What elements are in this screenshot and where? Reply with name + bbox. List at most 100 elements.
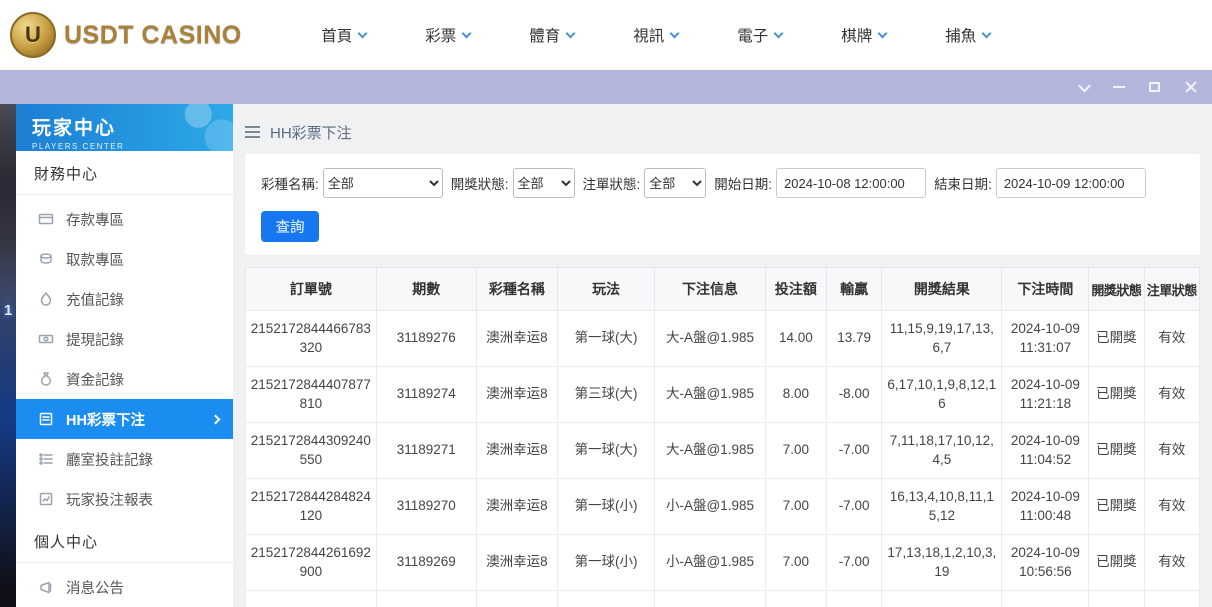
window-controls	[1080, 70, 1198, 104]
cell-period: 31189274	[376, 367, 476, 423]
cell-draw-status: 已開獎	[1089, 535, 1144, 591]
coins-icon	[38, 251, 54, 267]
sidebar-item-recharge-records[interactable]: 充值記錄	[16, 279, 233, 319]
sidebar-item-funds-records[interactable]: 資金記錄	[16, 359, 233, 399]
sidebar-subtitle: PLAYERS CENTER	[32, 142, 233, 151]
cell-lottery: 澳洲幸运8	[476, 423, 557, 479]
cell-order-id: 2152172844284824120	[246, 479, 377, 535]
cell-play: 第三球(大)	[557, 367, 654, 423]
draw-status-select[interactable]: 全部	[513, 168, 575, 198]
lottery-name-select[interactable]: 全部	[323, 168, 443, 198]
cell-bet-time: 2024-10-09 11:04:52	[1002, 423, 1089, 479]
deposit-card-icon	[38, 211, 54, 227]
cell-order-status: 有效	[1144, 367, 1199, 423]
sidebar-item-label: 取款專區	[66, 249, 124, 270]
cell-draw-result: 7,11,18,17,10,12,4,5	[882, 423, 1002, 479]
col-win-loss: 輸贏	[826, 268, 881, 311]
sidebar-item-withdraw[interactable]: 取款專區	[16, 239, 233, 279]
sidebar-item-player-bet-report[interactable]: 玩家投注報表	[16, 479, 233, 519]
content-area: HH彩票下注 彩種名稱: 全部 開獎狀態: 全部 注單狀態:	[233, 104, 1212, 607]
search-button[interactable]: 查詢	[261, 211, 319, 242]
sidebar-item-deposit[interactable]: 存款專區	[16, 199, 233, 239]
end-date-input[interactable]	[996, 168, 1146, 198]
cell-bet-time: 2024-10-09 10:56:56	[1002, 535, 1089, 591]
lottery-list-icon	[38, 411, 54, 427]
col-bet-info: 下注信息	[655, 268, 766, 311]
sidebar-title: 玩家中心	[32, 113, 233, 140]
players-center-sidebar: 玩家中心 PLAYERS CENTER 財務中心 存款專區 取款專區 充值記錄 …	[16, 104, 233, 607]
cell-order-status: 有效	[1144, 311, 1199, 367]
cell-bet-info: 小-A盤@1.985	[655, 479, 766, 535]
col-draw-result: 開獎結果	[882, 268, 1002, 311]
table-row: 2152172844261692900 31189269 澳洲幸运8 第一球(小…	[246, 535, 1200, 591]
cell-win-loss: -7.00	[826, 479, 881, 535]
logo-letter: U	[25, 22, 41, 48]
cell-play: 第一球(小)	[557, 535, 654, 591]
finance-menu: 存款專區 取款專區 充值記錄 提現記錄 資金記錄 HH彩票下注	[16, 195, 233, 519]
nav-label: 電子	[737, 24, 768, 46]
top-navigation-bar: U USDT CASINO 首頁 彩票 體育 視訊 電子 棋牌 捕魚	[0, 0, 1212, 70]
filter-label: 注單狀態:	[583, 173, 641, 193]
nav-item-card-games[interactable]: 棋牌	[812, 24, 916, 46]
nav-item-slots[interactable]: 電子	[708, 24, 812, 46]
cell-order-status: 有效	[1144, 535, 1199, 591]
brand-logo[interactable]: U USDT CASINO	[10, 12, 242, 58]
cell-order-id: 2152172844407877810	[246, 367, 377, 423]
main-nav: 首頁 彩票 體育 視訊 電子 棋牌 捕魚	[292, 24, 1020, 46]
collapse-chevron-icon[interactable]	[1080, 83, 1089, 92]
filter-end-date: 結束日期:	[934, 168, 1146, 198]
sidebar-item-hh-lottery-bets[interactable]: HH彩票下注	[16, 399, 233, 439]
table-row: 2152172844309240550 31189271 澳洲幸运8 第一球(大…	[246, 423, 1200, 479]
filter-label: 結束日期:	[934, 173, 992, 193]
nav-item-sports[interactable]: 體育	[500, 24, 604, 46]
cell-draw-result: 6,17,10,1,9,8,12,16	[882, 367, 1002, 423]
sidebar-item-label: 消息公告	[66, 577, 124, 598]
filter-row: 彩種名稱: 全部 開獎狀態: 全部 注單狀態: 全部	[261, 168, 1184, 198]
maximize-icon[interactable]	[1149, 82, 1160, 92]
sidebar-item-withdrawal-records[interactable]: 提現記錄	[16, 319, 233, 359]
sidebar-item-label: 玩家投注報表	[66, 489, 153, 510]
cell-bet-amount: 7.00	[765, 423, 826, 479]
order-status-select[interactable]: 全部	[644, 168, 706, 198]
filter-start-date: 開始日期:	[714, 168, 926, 198]
list-bullets-icon	[38, 451, 54, 467]
sidebar-item-announcements[interactable]: 消息公告	[16, 567, 233, 607]
window-titlebar	[0, 70, 1212, 104]
sidebar-item-label: HH彩票下注	[66, 409, 145, 430]
start-date-input[interactable]	[776, 168, 926, 198]
col-bet-time: 下注時間	[1002, 268, 1089, 311]
hamburger-menu-icon[interactable]	[245, 126, 260, 138]
sidebar-item-label: 廳室投註記錄	[66, 449, 153, 470]
nav-item-live-video[interactable]: 視訊	[604, 24, 708, 46]
filter-order-status: 注單狀態: 全部	[583, 168, 707, 198]
nav-item-home[interactable]: 首頁	[292, 24, 396, 46]
nav-label: 捕魚	[945, 24, 976, 46]
close-icon[interactable]	[1184, 80, 1198, 94]
nav-item-lottery[interactable]: 彩票	[396, 24, 500, 46]
cell-order-id: 2152172844261692900	[246, 535, 377, 591]
personal-menu: 消息公告	[16, 563, 233, 607]
section-finance-center: 財務中心	[16, 151, 233, 195]
nav-label: 彩票	[425, 24, 456, 46]
bets-table-card: 訂單號 期數 彩種名稱 玩法 下注信息 投注額 輸贏 開獎結果 下注時間 開獎狀…	[245, 267, 1200, 607]
main-window: 1 玩家中心 PLAYERS CENTER 財務中心 存款專區 取款專區 充值記…	[0, 104, 1212, 607]
filter-draw-status: 開獎狀態: 全部	[451, 168, 575, 198]
chevron-down-icon	[774, 28, 784, 38]
cell-lottery: 澳洲幸运8	[476, 367, 557, 423]
sidebar-item-hall-bet-records[interactable]: 廳室投註記錄	[16, 439, 233, 479]
nav-item-fishing[interactable]: 捕魚	[916, 24, 1020, 46]
chevron-down-icon	[878, 28, 888, 38]
table-header-row: 訂單號 期數 彩種名稱 玩法 下注信息 投注額 輸贏 開獎結果 下注時間 開獎狀…	[246, 268, 1200, 311]
megaphone-icon	[38, 579, 54, 595]
cell-order-status: 有效	[1144, 479, 1199, 535]
cell-bet-amount: 7.00	[765, 479, 826, 535]
table-row: 2152172844466783320 31189276 澳洲幸运8 第一球(大…	[246, 311, 1200, 367]
cell-bet-time: 2024-10-09 11:21:18	[1002, 367, 1089, 423]
chevron-right-icon	[211, 414, 221, 424]
cell-order-id: 2152172844309240550	[246, 423, 377, 479]
nav-label: 首頁	[321, 24, 352, 46]
cell-bet-info: 大-A盤@1.985	[655, 367, 766, 423]
cell-bet-info: 小-A盤@1.985	[655, 535, 766, 591]
minimize-icon[interactable]	[1113, 86, 1125, 88]
col-bet-amount: 投注額	[765, 268, 826, 311]
